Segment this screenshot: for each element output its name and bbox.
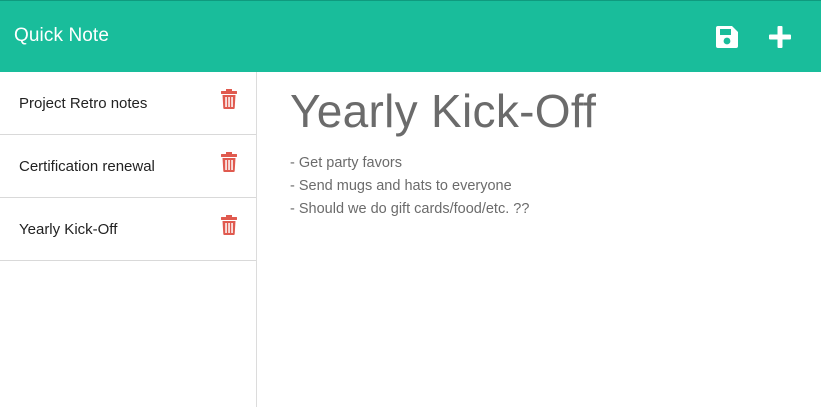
note-text-line: - Send mugs and hats to everyone (290, 178, 512, 194)
note-editor: Yearly Kick-Off - Get party favors - Sen… (258, 72, 821, 407)
app-brand[interactable]: Quick Note (14, 25, 109, 47)
trash-icon (221, 215, 237, 235)
notes-sidebar: Project Retro notes Certification renewa… (0, 72, 257, 407)
note-list-item-title: Yearly Kick-Off (19, 221, 118, 238)
note-text-area[interactable]: - Get party favors - Send mugs and hats … (290, 152, 529, 221)
new-note-button[interactable] (766, 23, 794, 51)
trash-icon (221, 152, 237, 172)
trash-icon (221, 89, 237, 109)
note-list-item-title: Certification renewal (19, 158, 155, 175)
note-list-item[interactable]: Certification renewal (0, 135, 256, 198)
delete-note-button[interactable] (220, 89, 238, 109)
note-text-line: - Should we do gift cards/food/etc. ?? (290, 201, 530, 217)
delete-note-button[interactable] (220, 152, 238, 172)
delete-note-button[interactable] (220, 215, 238, 235)
note-title-input[interactable]: Yearly Kick-Off (290, 84, 596, 138)
top-navbar: Quick Note (0, 0, 821, 72)
note-list-item[interactable]: Yearly Kick-Off (0, 198, 256, 261)
save-icon (716, 26, 738, 48)
plus-icon (769, 26, 791, 48)
quick-note-app: Quick Note Project Retro notes Certifica… (0, 0, 821, 407)
note-text-line: - Get party favors (290, 155, 403, 171)
note-list-item[interactable]: Project Retro notes (0, 72, 256, 135)
save-note-button[interactable] (713, 23, 741, 51)
note-list-item-title: Project Retro notes (19, 95, 148, 112)
